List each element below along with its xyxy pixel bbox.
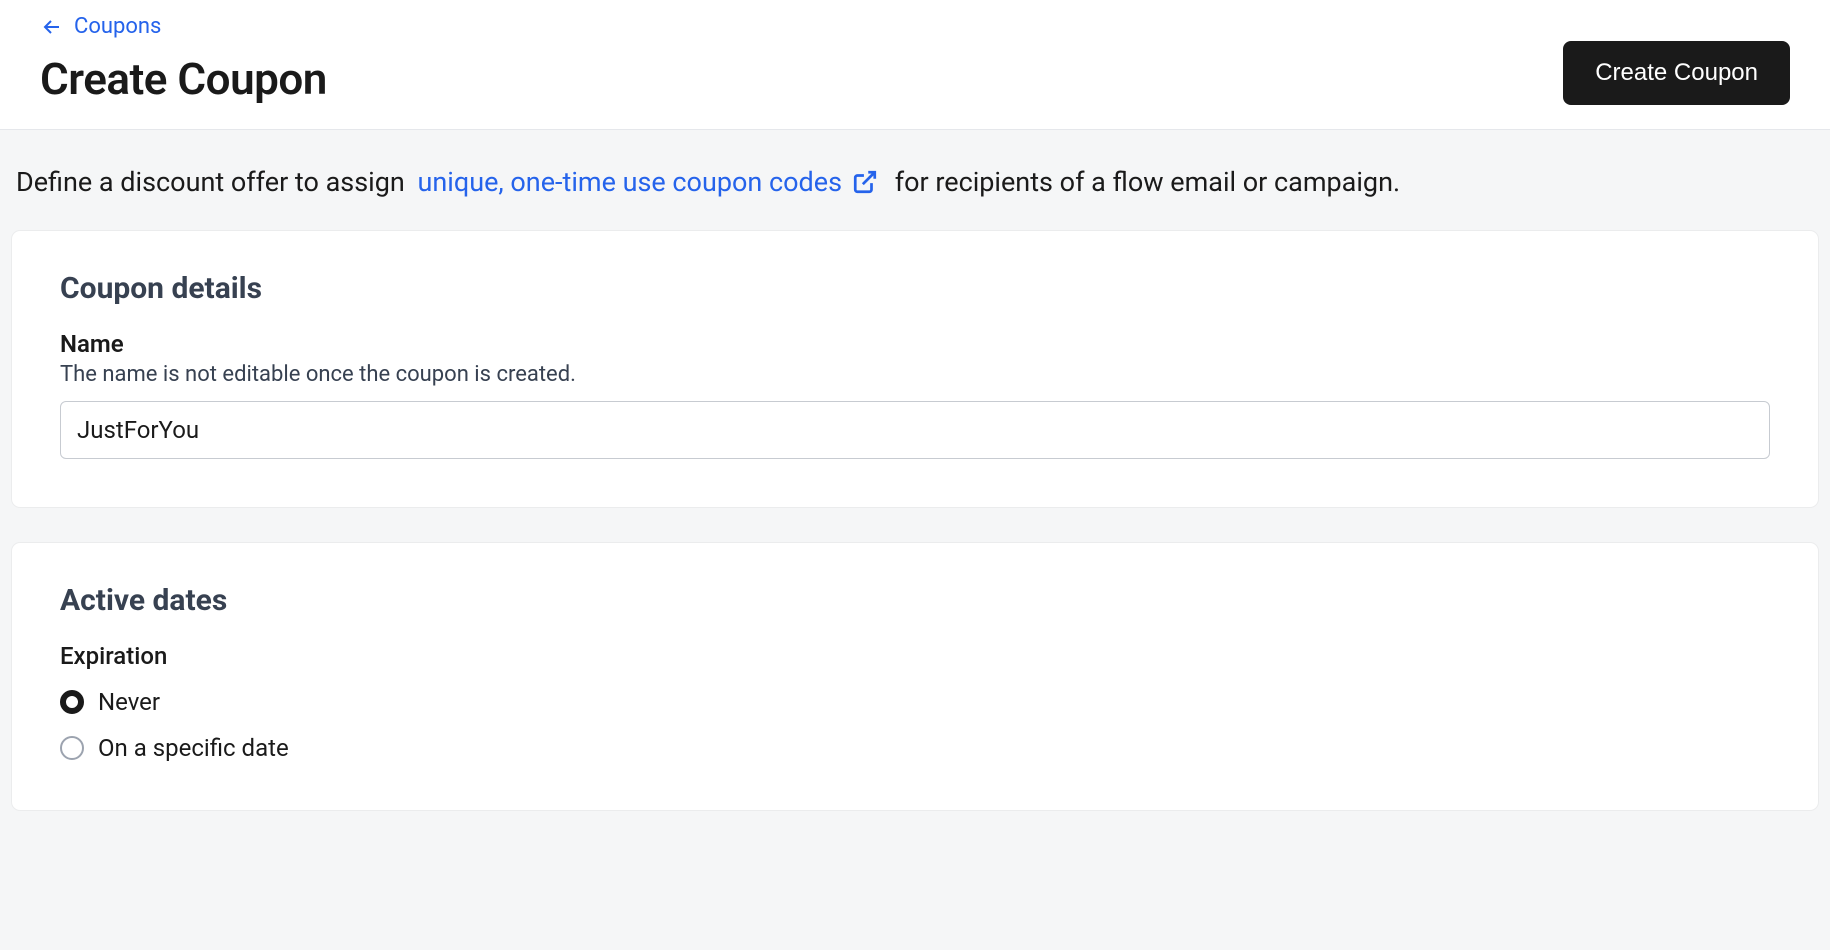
intro-prefix: Define a discount offer to assign — [16, 166, 405, 198]
external-link-icon — [852, 169, 878, 195]
coupon-details-title: Coupon details — [60, 271, 1770, 306]
radio-icon — [60, 690, 84, 714]
arrow-left-icon — [40, 15, 64, 39]
radio-label-never: Never — [98, 688, 160, 716]
header-left: Coupons Create Coupon — [40, 14, 327, 105]
coupon-details-card: Coupon details Name The name is not edit… — [12, 231, 1818, 507]
breadcrumb-back-link[interactable]: Coupons — [40, 14, 327, 39]
create-coupon-button[interactable]: Create Coupon — [1563, 41, 1790, 105]
expiration-radio-group: Never On a specific date — [60, 688, 1770, 762]
expiration-option-never[interactable]: Never — [60, 688, 1770, 716]
page-header: Coupons Create Coupon Create Coupon — [0, 0, 1830, 130]
active-dates-card: Active dates Expiration Never On a speci… — [12, 543, 1818, 810]
breadcrumb-label: Coupons — [74, 14, 161, 39]
name-field-label: Name — [60, 330, 1770, 358]
intro-suffix: for recipients of a flow email or campai… — [895, 166, 1400, 198]
content-area: Define a discount offer to assign unique… — [0, 130, 1830, 950]
expiration-option-specific-date[interactable]: On a specific date — [60, 734, 1770, 762]
radio-label-specific: On a specific date — [98, 734, 289, 762]
coupon-codes-help-link[interactable]: unique, one-time use coupon codes — [417, 162, 878, 203]
name-field-help: The name is not editable once the coupon… — [60, 362, 1770, 387]
coupon-name-input[interactable] — [60, 401, 1770, 459]
page-title: Create Coupon — [40, 53, 327, 105]
radio-icon — [60, 736, 84, 760]
intro-link-text: unique, one-time use coupon codes — [417, 162, 842, 203]
active-dates-title: Active dates — [60, 583, 1770, 618]
expiration-label: Expiration — [60, 642, 1770, 670]
intro-text: Define a discount offer to assign unique… — [12, 162, 1818, 203]
